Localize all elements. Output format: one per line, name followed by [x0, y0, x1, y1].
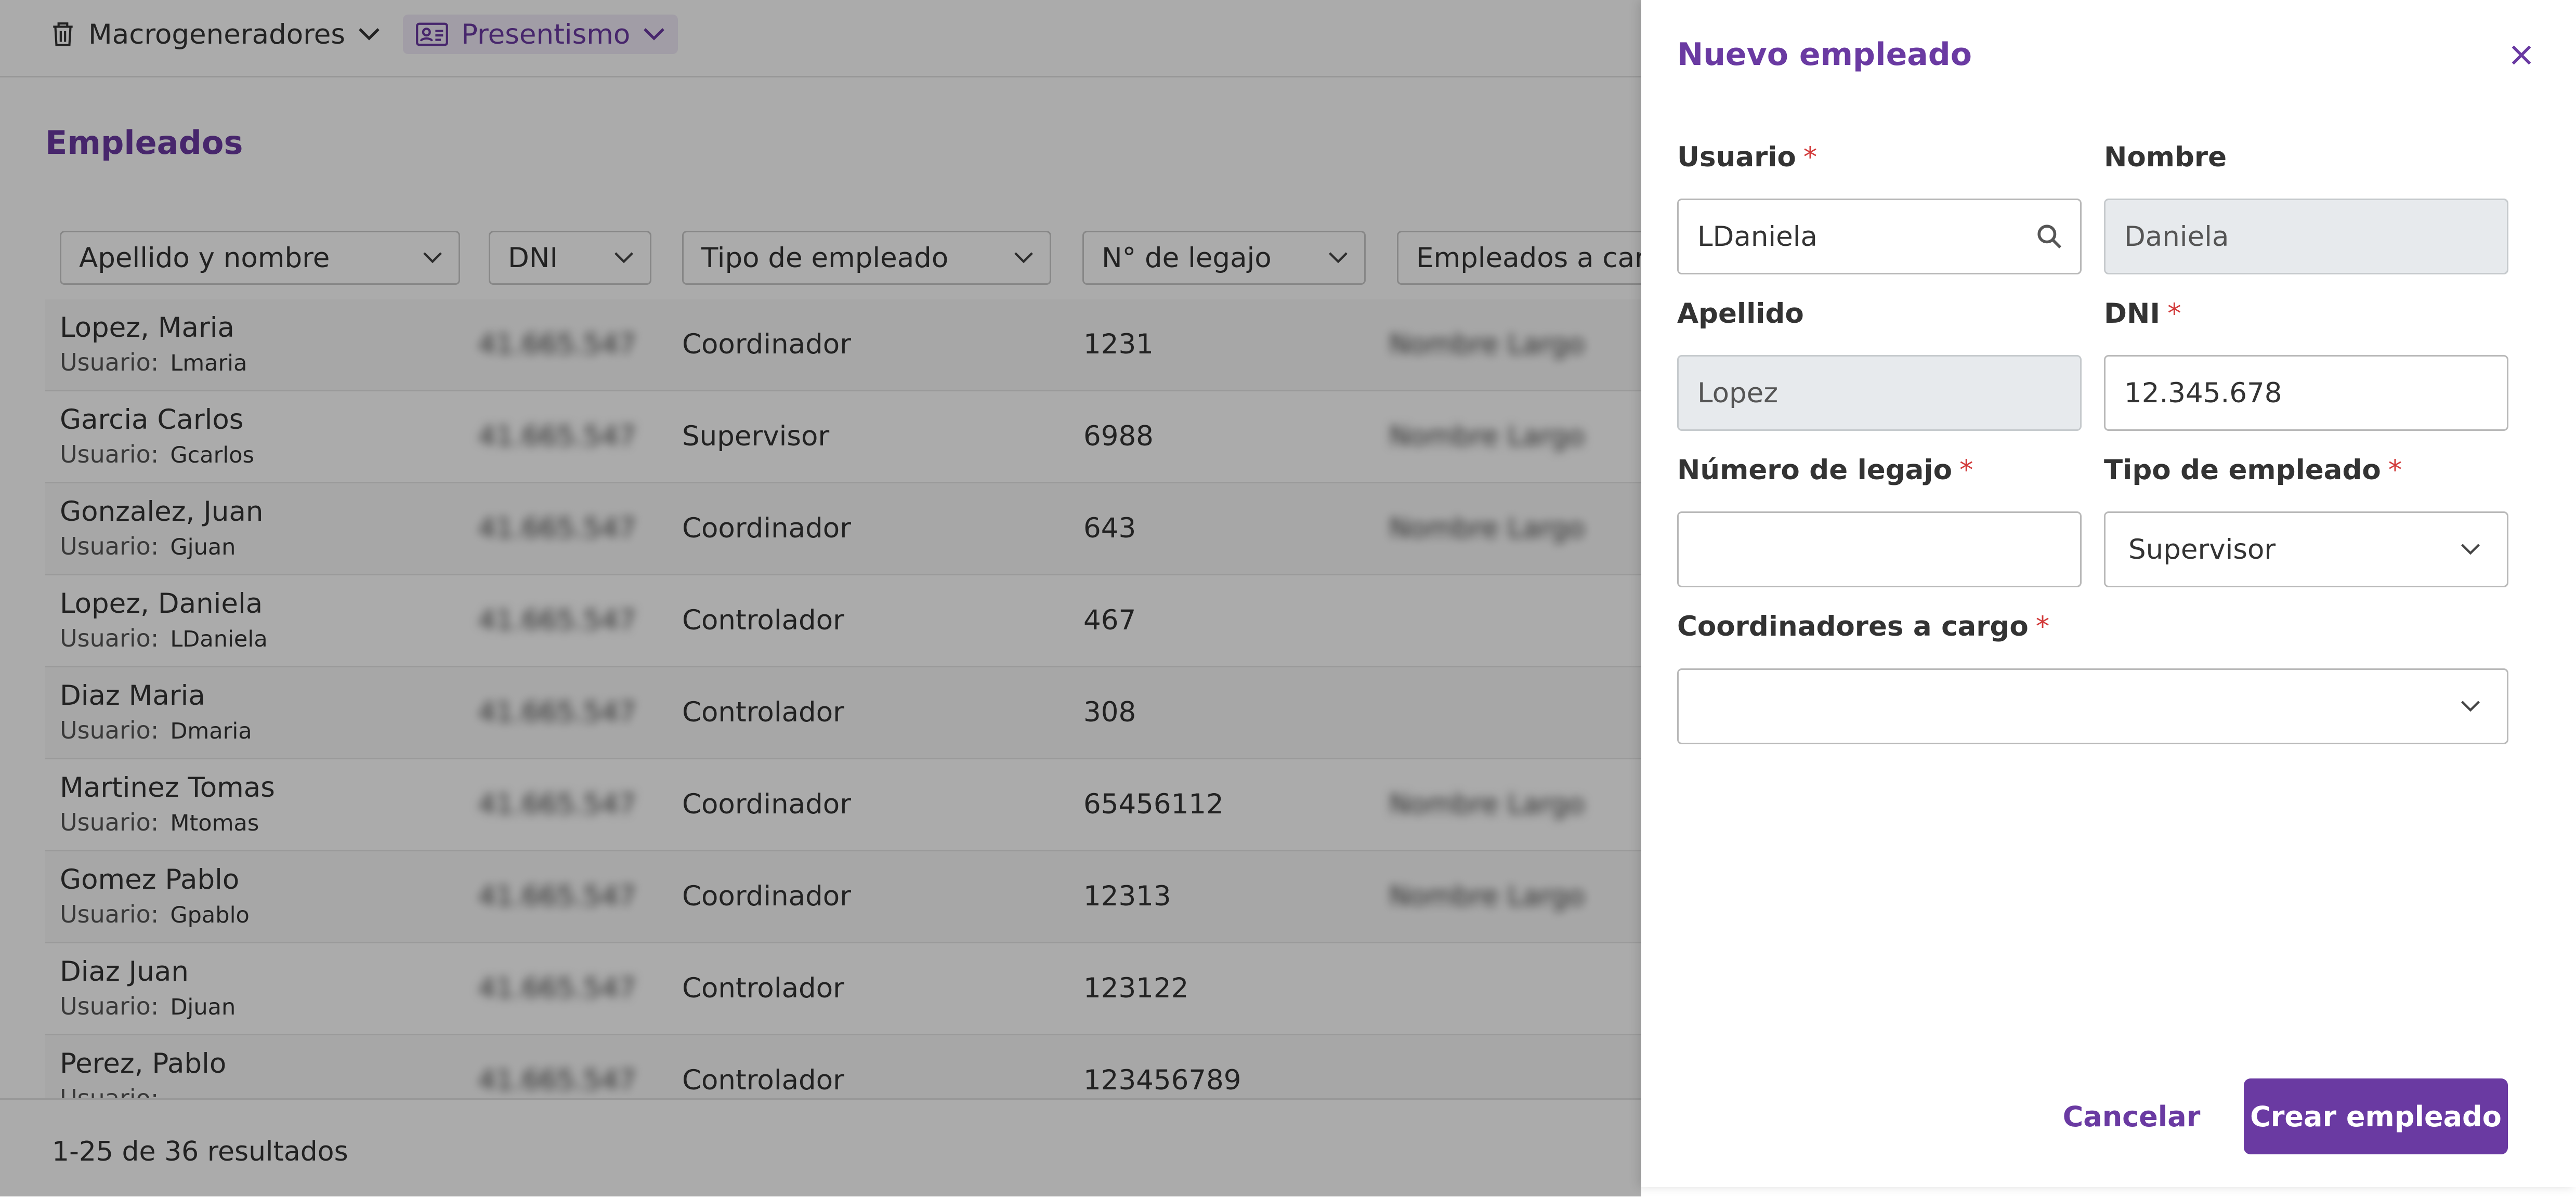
apellido-label: Apellido — [1677, 298, 1804, 330]
create-employee-button[interactable]: Crear empleado — [2244, 1078, 2508, 1154]
selected-value: Supervisor — [2128, 533, 2276, 565]
required-mark: * — [2388, 454, 2402, 486]
required-mark: * — [1803, 141, 1817, 173]
close-icon[interactable] — [2507, 41, 2536, 70]
nombre-label: Nombre — [2104, 141, 2227, 173]
label-text: Tipo de empleado — [2104, 454, 2381, 486]
coordinadores-label: Coordinadores a cargo * — [1677, 611, 2049, 642]
coordinadores-select[interactable] — [1677, 668, 2508, 744]
required-mark: * — [2035, 611, 2050, 642]
legajo-input[interactable] — [1677, 511, 2082, 587]
panel-title: Nuevo empleado — [1677, 36, 1972, 73]
tipo-label: Tipo de empleado * — [2104, 454, 2402, 486]
usuario-input[interactable] — [1677, 199, 2082, 274]
required-mark: * — [2167, 298, 2181, 330]
label-text: Usuario — [1677, 141, 1796, 173]
usuario-field-wrap — [1677, 199, 2082, 274]
chevron-down-icon — [2461, 701, 2480, 712]
legajo-label: Número de legajo * — [1677, 454, 1973, 486]
label-text: Número de legajo — [1677, 454, 1952, 486]
tipo-select[interactable]: Supervisor — [2104, 511, 2508, 587]
modal-backdrop[interactable] — [0, 0, 1641, 1196]
required-mark: * — [1959, 454, 1973, 486]
label-text: Apellido — [1677, 298, 1804, 330]
label-text: Nombre — [2104, 141, 2227, 173]
dni-input[interactable] — [2104, 355, 2508, 431]
nombre-input — [2104, 199, 2508, 274]
cancel-button[interactable]: Cancelar — [2063, 1078, 2201, 1154]
label-text: DNI — [2104, 298, 2161, 330]
usuario-label: Usuario * — [1677, 141, 1817, 173]
label-text: Coordinadores a cargo — [1677, 611, 2029, 642]
search-icon[interactable] — [2035, 222, 2064, 251]
new-employee-panel: Nuevo empleado Usuario* Nombre Apellido … — [1641, 0, 2576, 1187]
apellido-input — [1677, 355, 2082, 431]
chevron-down-icon — [2461, 544, 2480, 555]
dni-label: DNI * — [2104, 298, 2181, 330]
